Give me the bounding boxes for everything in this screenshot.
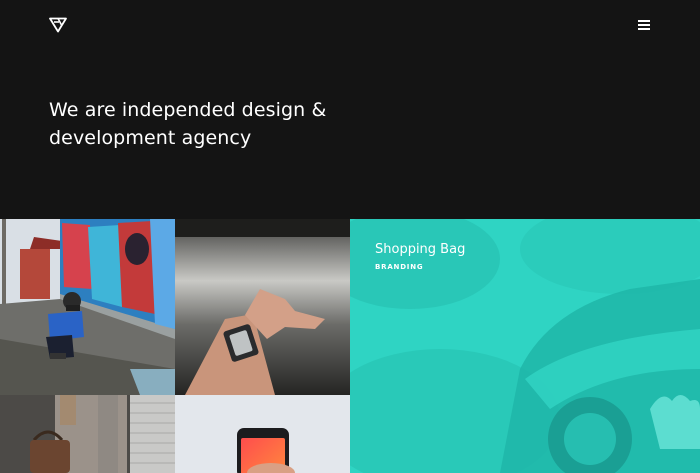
site-header: We are independed design & development a… <box>0 0 700 219</box>
bag-photo <box>0 395 175 473</box>
featured-title: Shopping Bag <box>375 242 466 257</box>
portfolio-tile-graffiti[interactable] <box>0 219 175 395</box>
hero-title-line1: We are independed design & <box>49 99 327 121</box>
phone-photo <box>175 395 350 473</box>
hero-title-line2: development agency <box>49 127 252 149</box>
portfolio-tile-featured[interactable]: Shopping Bag BRANDING <box>350 219 700 473</box>
graffiti-photo <box>0 219 175 395</box>
portfolio-tile-bag[interactable] <box>0 395 175 473</box>
hero-title: We are independed design & development a… <box>49 96 409 152</box>
hamburger-menu-icon[interactable] <box>638 19 651 30</box>
watch-photo <box>175 219 350 395</box>
triangle-logo-icon[interactable] <box>49 17 67 33</box>
portfolio-tile-phone[interactable] <box>175 395 350 473</box>
portfolio-tile-watch[interactable] <box>175 219 350 395</box>
featured-tag: BRANDING <box>375 263 424 271</box>
